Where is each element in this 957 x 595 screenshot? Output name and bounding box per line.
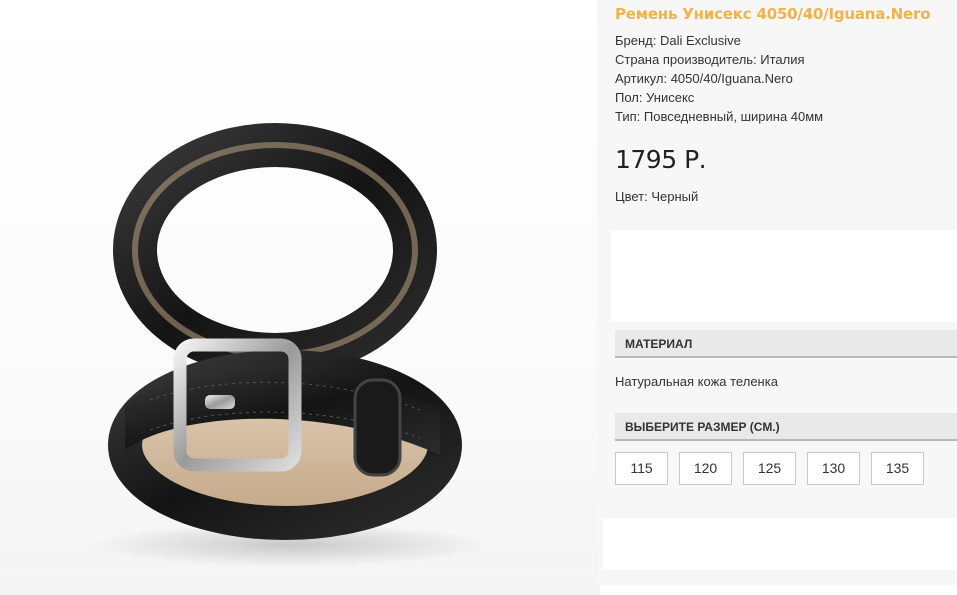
material-text: Натуральная кожа теленка [615,374,778,389]
spec-brand: Бренд: Dali Exclusive [615,33,741,48]
size-button-135[interactable]: 135 [871,452,924,485]
blank-bottom-panel [603,518,957,570]
size-button-125[interactable]: 125 [743,452,796,485]
spec-country: Страна производитель: Италия [615,52,805,67]
size-button-115[interactable]: 115 [615,452,668,485]
product-title: Ремень Унисекс 4050/40/Iguana.Nero [615,5,931,23]
size-button-120[interactable]: 120 [679,452,732,485]
size-options: 115 120 125 130 135 [615,452,924,485]
belt-image [90,123,490,567]
product-photo [0,0,600,595]
size-heading: ВЫБЕРИТЕ РАЗМЕР (СМ.) [615,413,957,441]
product-specs: Бренд: Dali Exclusive Страна производите… [615,31,823,126]
spec-type: Тип: Повседневный, ширина 40мм [615,109,824,124]
spec-gender: Пол: Унисекс [615,90,695,105]
size-button-130[interactable]: 130 [807,452,860,485]
product-color: Цвет: Черный [615,189,699,204]
material-heading: МАТЕРИАЛ [615,330,957,358]
blank-panel [611,230,957,322]
product-price: 1795 Р. [615,145,707,174]
spec-article: Артикул: 4050/40/Iguana.Nero [615,71,793,86]
